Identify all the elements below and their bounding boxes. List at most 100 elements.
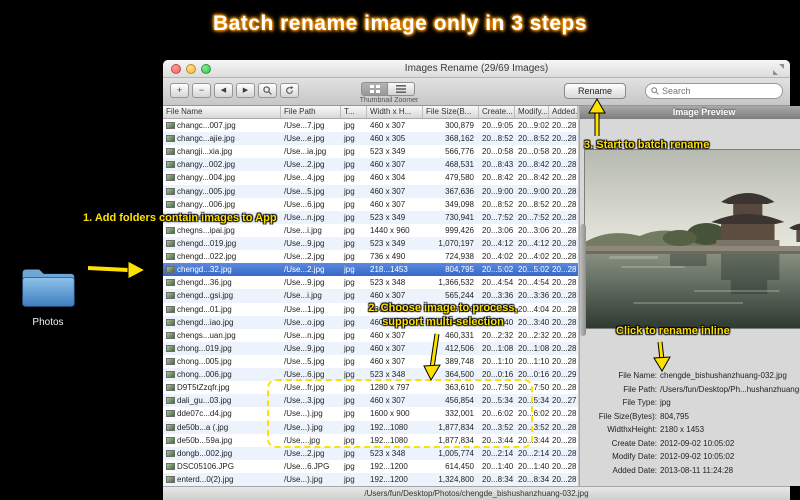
search-tool-button[interactable] (258, 83, 277, 98)
table-row[interactable]: chengd...32.jpg/Use...2.jpg jpg 218...1453… (163, 263, 578, 277)
table-cell: 730,941 (445, 212, 474, 222)
fullscreen-icon[interactable] (773, 64, 784, 75)
table-cell: 20...4:54 (482, 278, 514, 288)
table-cell: jpg (344, 356, 355, 366)
table-cell: 20...28 (552, 435, 577, 445)
column-header[interactable]: T... (341, 106, 367, 118)
table-cell: 20...28 (552, 121, 577, 130)
table-cell: 20...1:40 (482, 461, 514, 471)
table-row[interactable]: changy...004.jpg/Use...4.jpg jpg 460 x 304… (163, 171, 578, 185)
column-header[interactable]: Width x H... (367, 106, 423, 118)
preview-field-label: File Path: (623, 384, 657, 394)
table-row[interactable]: chegns...ipai.jpg/Use...i.jpg jpg 1440 x 9… (163, 223, 578, 237)
column-header[interactable]: File Name (163, 106, 281, 118)
table-cell: chengs...uan.jpg (163, 329, 281, 342)
preview-field: Added Date: 2013-08-11 11:24:28 (580, 464, 800, 478)
preview-field-label: Added Date: (612, 465, 657, 475)
table-cell: jpg (344, 134, 355, 144)
table-cell: 20...28 (552, 212, 577, 222)
table-row[interactable]: chengd...019.jpg/Use...9.jpg jpg 523 x 349… (163, 236, 578, 251)
file-thumbnail-icon (166, 239, 175, 247)
table-cell: 20...8:42 (518, 160, 549, 170)
scrollbar-thumb[interactable] (580, 224, 586, 336)
table-row[interactable]: changy...002.jpg/Use...2.jpg jpg 460 x 307… (163, 158, 578, 172)
table-cell: /Use...i.jpg (284, 291, 322, 301)
file-thumbnail-icon (166, 371, 175, 379)
table-cell: jpg (344, 173, 355, 183)
file-thumbnail-icon (166, 344, 175, 352)
table-cell: 20...9:05 (482, 121, 514, 130)
table-cell: jpg (344, 461, 355, 471)
table-cell: 468,531 (445, 160, 474, 170)
remove-button[interactable]: − (192, 83, 211, 98)
table-row[interactable]: chong...019.jpg/Use...9.jpg jpg 460 x 307 4… (163, 341, 578, 355)
table-cell: jpg (344, 160, 355, 170)
table-cell: 20...28 (552, 173, 577, 183)
view-mode-segmented-control (361, 82, 415, 96)
back-button[interactable]: ◀ (214, 83, 233, 98)
grid-view-icon (369, 85, 380, 93)
refresh-button[interactable] (280, 83, 299, 98)
table-cell: 20...4:12 (482, 238, 514, 248)
table-row[interactable]: changy...005.jpg/Use...5.jpg jpg 460 x 307… (163, 184, 578, 198)
table-row[interactable]: chong...005.jpg/Use...5.jpg jpg 460 x 307 3… (163, 354, 578, 369)
close-button[interactable] (171, 64, 181, 74)
multi-selection-highlight-box (267, 379, 533, 448)
table-cell: 20...28 (552, 291, 577, 301)
table-cell: chengd...gsi.jpg (163, 289, 281, 302)
table-cell: 1440 x 960 (370, 225, 410, 235)
table-row[interactable]: enterd...0(2).jpg/Use...).jpg jpg 192...12… (163, 472, 578, 487)
table-cell: 20...7:52 (482, 212, 514, 222)
table-cell: chengd...32.jpg (163, 263, 281, 276)
forward-button[interactable]: ▶ (236, 83, 255, 98)
file-thumbnail-icon (166, 292, 175, 300)
table-cell: 566,776 (445, 147, 474, 157)
table-row[interactable]: DSC05106.JPG/Use...6.JPG jpg 192...1200 614… (163, 459, 578, 473)
preview-field-value: chengde_bishushanzhuang-032.jpg (660, 371, 787, 381)
column-header[interactable]: File Path (281, 106, 341, 118)
table-cell: 20...28 (552, 383, 577, 393)
table-cell: DSC05106.JPG (163, 460, 281, 473)
preview-header: Image Preview (580, 106, 800, 119)
thumbnail-view-button[interactable] (361, 82, 388, 96)
table-row[interactable]: chengd...022.jpg/Use...2.jpg jpg 736 x 490… (163, 250, 578, 264)
zoom-button[interactable] (201, 64, 211, 74)
preview-field-label: File Name: (618, 371, 657, 381)
file-thumbnail-icon (166, 187, 175, 195)
table-cell: 20...8:43 (482, 160, 514, 170)
column-header[interactable]: Added... (549, 106, 578, 118)
table-cell: 20...2:32 (518, 330, 549, 340)
table-cell: 20...1:10 (518, 356, 549, 366)
minimize-button[interactable] (186, 64, 196, 74)
search-input[interactable] (662, 86, 777, 96)
table-row[interactable]: changc...007.jpg/Use...7.jpg jpg 460 x 307… (163, 119, 578, 133)
table-cell: /Use...9.jpg (284, 278, 325, 288)
list-view-button[interactable] (388, 82, 415, 96)
file-thumbnail-icon (166, 305, 175, 313)
column-header[interactable]: File Size(B... (423, 106, 479, 118)
title-bar[interactable]: Images Rename (29/69 Images) (163, 60, 790, 78)
preview-field-label: File Type: (622, 398, 657, 408)
table-cell: /Use...9.jpg (284, 238, 325, 248)
table-row[interactable]: changy...006.jpg/Use...6.jpg jpg 460 x 307… (163, 197, 578, 211)
search-field[interactable] (645, 83, 783, 99)
column-header[interactable]: Modify... (515, 106, 549, 118)
table-cell: 523 x 348 (370, 278, 406, 288)
table-cell: 736 x 490 (370, 252, 406, 262)
vertical-scrollbar[interactable] (578, 106, 586, 486)
table-cell: /Use...n.jpg (284, 330, 325, 340)
annotation-step2-line2: support multi-selection (382, 316, 504, 328)
table-cell: 20...28 (552, 199, 577, 209)
add-folder-button[interactable]: + (170, 83, 189, 98)
table-row[interactable]: dongb...002.jpg/Use...2.jpg jpg 523 x 348 1… (163, 446, 578, 460)
table-cell: 20...27 (552, 396, 577, 406)
file-thumbnail-icon (166, 475, 175, 483)
table-cell: chegns...ipai.jpg (163, 224, 281, 237)
table-row[interactable]: changc...ajie.jpg/Use...e.jpg jpg 460 x 30… (163, 132, 578, 146)
column-header[interactable]: Create... (479, 106, 515, 118)
table-row[interactable]: changji...xia.jpg/Use...ia.jpg jpg 523 x 3… (163, 145, 578, 159)
photos-folder[interactable]: Photos (14, 264, 82, 328)
table-row[interactable]: chengd...36.jpg/Use...9.jpg jpg 523 x 348 1… (163, 276, 578, 290)
table-row[interactable]: chengs...uan.jpg/Use...n.jpg jpg 460 x 307… (163, 328, 578, 342)
rename-button[interactable]: Rename (564, 83, 626, 99)
